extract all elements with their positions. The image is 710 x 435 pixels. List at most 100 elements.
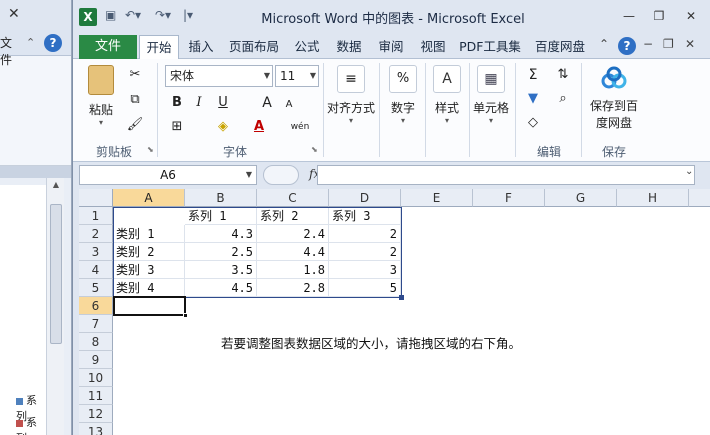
cell-d1[interactable]: 系列 3	[329, 207, 401, 225]
cell-b4[interactable]: 3.5	[185, 261, 257, 279]
tab-baidu-netdisk[interactable]: 百度网盘	[529, 35, 591, 59]
cell-a2[interactable]: 类别 1	[113, 225, 185, 243]
restore-icon[interactable]: ❐	[645, 6, 673, 26]
undo-icon[interactable]: ↶▾	[125, 8, 141, 22]
row-header[interactable]: 4	[79, 261, 113, 279]
row-header[interactable]: 13	[79, 423, 113, 435]
worksheet-grid[interactable]: A B C D E F G H 1 2 3 4 5 6 7 8 9 10 11 …	[79, 189, 710, 435]
alignment-button[interactable]: ≡ 对齐方式 ▾	[327, 65, 375, 125]
tab-pdf-tools[interactable]: PDF工具集	[457, 35, 523, 59]
grow-font-button[interactable]: A	[257, 93, 277, 113]
underline-button[interactable]: U	[213, 93, 233, 113]
dialog-launcher-icon[interactable]: ⬊	[311, 145, 318, 154]
find-select-icon[interactable]: ⌕	[549, 89, 577, 109]
sort-filter-icon[interactable]: ⇅	[549, 65, 577, 85]
save-to-baidu-button[interactable]: 保存到百 度网盘	[585, 65, 643, 131]
autosum-button[interactable]: Σ	[519, 65, 547, 85]
column-header-e[interactable]: E	[401, 189, 473, 207]
tab-data[interactable]: 数据	[331, 35, 367, 59]
tab-review[interactable]: 审阅	[373, 35, 409, 59]
cell-c2[interactable]: 2.4	[257, 225, 329, 243]
fill-handle[interactable]	[183, 313, 188, 318]
name-box[interactable]: A6 ▼	[79, 165, 257, 185]
font-color-button[interactable]: A	[249, 117, 269, 137]
row-header[interactable]: 11	[79, 387, 113, 405]
cell-c1[interactable]: 系列 2	[257, 207, 329, 225]
row-header[interactable]: 3	[79, 243, 113, 261]
cells-button[interactable]: ▦ 单元格 ▾	[471, 65, 511, 125]
row-header[interactable]: 6	[79, 297, 113, 315]
paste-dropdown-icon[interactable]: ▾	[81, 118, 121, 127]
cut-icon[interactable]: ✂	[125, 65, 145, 85]
doc-minimize-icon[interactable]: −	[643, 37, 653, 51]
column-header-a[interactable]: A	[113, 189, 185, 207]
help-icon[interactable]: ?	[618, 37, 636, 55]
phonetic-guide-icon[interactable]: wén	[287, 117, 313, 137]
column-header-g[interactable]: G	[545, 189, 617, 207]
column-header-f[interactable]: F	[473, 189, 545, 207]
ribbon-collapse-icon[interactable]: ⌃	[26, 36, 35, 49]
tab-formulas[interactable]: 公式	[289, 35, 325, 59]
tab-file[interactable]: 文件	[79, 35, 137, 59]
doc-restore-icon[interactable]: ❐	[663, 37, 674, 51]
font-name-select[interactable]: 宋体 ▼	[165, 65, 273, 87]
cell-a5[interactable]: 类别 4	[113, 279, 185, 297]
borders-icon[interactable]: ⊞	[167, 117, 187, 137]
cell-b3[interactable]: 2.5	[185, 243, 257, 261]
cell-a3[interactable]: 类别 2	[113, 243, 185, 261]
copy-icon[interactable]: ⧉	[125, 90, 145, 110]
cell-b5[interactable]: 4.5	[185, 279, 257, 297]
bold-button[interactable]: B	[167, 93, 187, 113]
save-icon[interactable]: ▣	[105, 8, 116, 22]
format-painter-icon[interactable]: 🖌	[125, 115, 145, 135]
row-header[interactable]: 12	[79, 405, 113, 423]
column-header-b[interactable]: B	[185, 189, 257, 207]
column-header-h[interactable]: H	[617, 189, 689, 207]
formula-input[interactable]	[317, 165, 695, 185]
scroll-thumb[interactable]	[50, 204, 62, 344]
column-header-d[interactable]: D	[329, 189, 401, 207]
row-header[interactable]: 2	[79, 225, 113, 243]
doc-close-icon[interactable]: ✕	[685, 37, 695, 51]
select-all-corner[interactable]	[79, 189, 113, 207]
ribbon-collapse-icon[interactable]: ⌃	[599, 37, 609, 51]
shrink-font-button[interactable]: A	[279, 95, 299, 115]
scroll-up-icon[interactable]: ▲	[50, 180, 62, 189]
cell-a4[interactable]: 类别 3	[113, 261, 185, 279]
tab-insert[interactable]: 插入	[183, 35, 219, 59]
formula-controls[interactable]	[263, 165, 299, 185]
cell-c3[interactable]: 4.4	[257, 243, 329, 261]
close-icon[interactable]: ✕	[8, 6, 20, 22]
excel-app-icon[interactable]: X	[79, 8, 97, 26]
cell-d2[interactable]: 2	[329, 225, 401, 243]
row-header[interactable]: 1	[79, 207, 113, 225]
expand-formula-bar-icon[interactable]: ⌄	[685, 166, 693, 177]
dialog-launcher-icon[interactable]: ⬊	[147, 145, 154, 154]
styles-button[interactable]: A 样式 ▾	[427, 65, 467, 125]
row-header[interactable]: 5	[79, 279, 113, 297]
row-header[interactable]: 9	[79, 351, 113, 369]
cell-b2[interactable]: 4.3	[185, 225, 257, 243]
customize-qat-icon[interactable]: |▾	[183, 8, 193, 22]
cell-c5[interactable]: 2.8	[257, 279, 329, 297]
bg-file-tab[interactable]: 文件	[0, 34, 22, 67]
column-header-c[interactable]: C	[257, 189, 329, 207]
fill-icon[interactable]: ▼	[519, 89, 547, 109]
clear-icon[interactable]: ◇	[519, 113, 547, 133]
minimize-icon[interactable]: —	[615, 6, 643, 26]
bg-vertical-scrollbar[interactable]: ▲	[46, 178, 64, 435]
italic-button[interactable]: I	[189, 93, 209, 113]
fill-color-icon[interactable]: ◈	[213, 117, 233, 137]
close-icon[interactable]: ✕	[677, 6, 705, 26]
cell-c4[interactable]: 1.8	[257, 261, 329, 279]
row-header[interactable]: 7	[79, 315, 113, 333]
row-header[interactable]: 8	[79, 333, 113, 351]
row-header[interactable]: 10	[79, 369, 113, 387]
tab-page-layout[interactable]: 页面布局	[223, 35, 285, 59]
cell-b1[interactable]: 系列 1	[185, 207, 257, 225]
font-size-select[interactable]: 11 ▼	[275, 65, 319, 87]
active-cell-a6[interactable]	[113, 296, 188, 318]
cell-d3[interactable]: 2	[329, 243, 401, 261]
cell-d4[interactable]: 3	[329, 261, 401, 279]
paste-button[interactable]: 粘贴 ▾	[81, 65, 121, 127]
